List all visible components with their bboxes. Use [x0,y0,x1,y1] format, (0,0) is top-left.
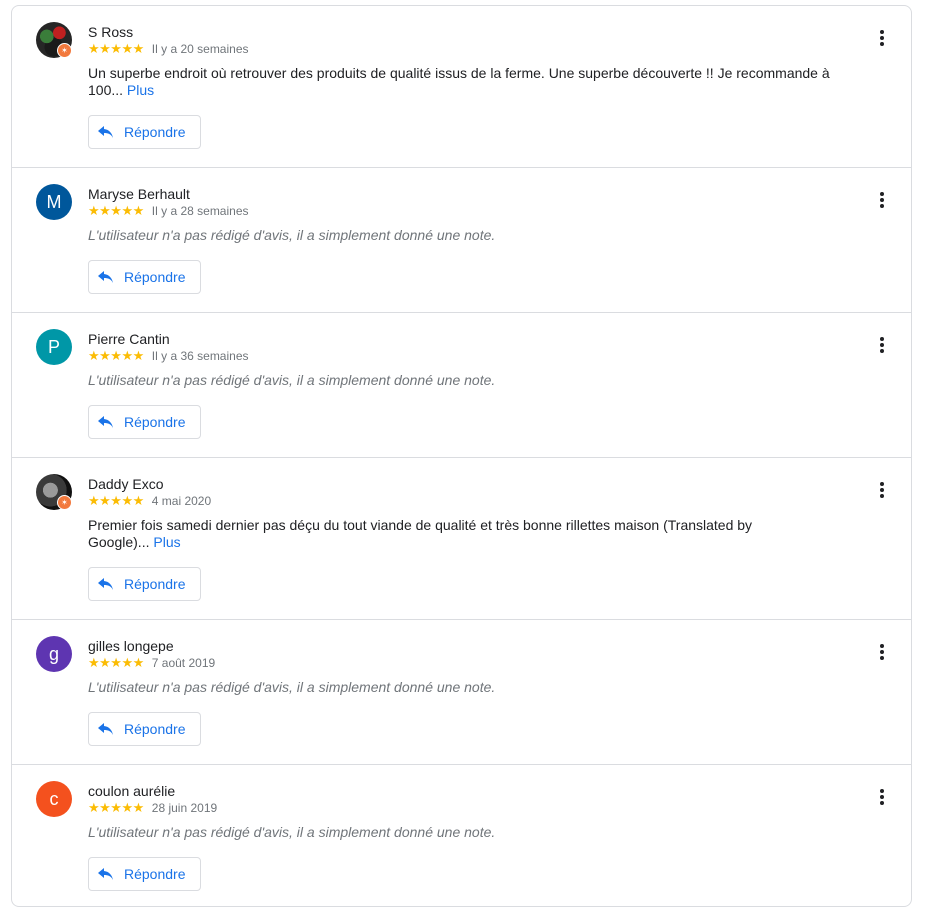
review-date: 7 août 2019 [151,656,216,670]
reply-button[interactable]: Répondre [88,115,201,149]
more-link[interactable]: Plus [153,534,180,550]
reply-label: Répondre [124,721,186,737]
review-body: Premier fois samedi dernier pas déçu du … [88,517,753,550]
more-link[interactable]: Plus [127,82,154,98]
review-body: Un superbe endroit où retrouver des prod… [88,65,830,98]
more-options-icon[interactable] [874,642,890,662]
reply-button[interactable]: Répondre [88,712,201,746]
review-meta: ★★★★★ Il y a 28 semaines [88,203,249,218]
more-options-icon[interactable] [874,28,890,48]
reply-label: Répondre [124,124,186,140]
reply-label: Répondre [124,414,186,430]
reviewer-name[interactable]: gilles longepe [88,638,174,654]
review-item: P Pierre Cantin ★★★★★ Il y a 36 semaines… [12,313,911,458]
local-guide-badge-icon: ✶ [57,43,72,58]
rating-only-note: L'utilisateur n'a pas rédigé d'avis, il … [88,679,496,695]
reviewer-name[interactable]: Daddy Exco [88,476,163,492]
star-rating-icon: ★★★★★ [88,41,144,56]
review-item: ✶ S Ross ★★★★★ Il y a 20 semaines Un sup… [12,6,911,168]
reviewer-name[interactable]: Maryse Berhault [88,186,190,202]
star-rating-icon: ★★★★★ [88,203,144,218]
review-meta: ★★★★★ 28 juin 2019 [88,800,218,815]
rating-only-note: L'utilisateur n'a pas rédigé d'avis, il … [88,227,496,243]
review-item: g gilles longepe ★★★★★ 7 août 2019 L'uti… [12,620,911,765]
review-meta: ★★★★★ 4 mai 2020 [88,493,212,508]
star-rating-icon: ★★★★★ [88,655,144,670]
more-options-icon[interactable] [874,787,890,807]
avatar[interactable]: g [36,636,72,672]
review-date: Il y a 20 semaines [151,42,249,56]
more-options-icon[interactable] [874,190,890,210]
reply-button[interactable]: Répondre [88,405,201,439]
rating-only-note: L'utilisateur n'a pas rédigé d'avis, il … [88,824,496,840]
more-options-icon[interactable] [874,480,890,500]
review-text: Un superbe endroit où retrouver des prod… [88,65,833,99]
reply-icon [98,126,113,138]
reply-icon [98,578,113,590]
star-rating-icon: ★★★★★ [88,800,144,815]
review-date: 28 juin 2019 [151,801,218,815]
reply-button[interactable]: Répondre [88,857,201,891]
reply-button[interactable]: Répondre [88,567,201,601]
reply-icon [98,868,113,880]
review-date: Il y a 28 semaines [151,204,249,218]
reply-icon [98,271,113,283]
review-meta: ★★★★★ Il y a 36 semaines [88,348,249,363]
reviewer-name[interactable]: Pierre Cantin [88,331,170,347]
reviewer-name[interactable]: S Ross [88,24,133,40]
review-date: Il y a 36 semaines [151,349,249,363]
more-options-icon[interactable] [874,335,890,355]
review-meta: ★★★★★ Il y a 20 semaines [88,41,249,56]
review-item: M Maryse Berhault ★★★★★ Il y a 28 semain… [12,168,911,313]
reply-icon [98,416,113,428]
review-meta: ★★★★★ 7 août 2019 [88,655,216,670]
star-rating-icon: ★★★★★ [88,493,144,508]
avatar[interactable]: P [36,329,72,365]
review-text: Premier fois samedi dernier pas déçu du … [88,517,768,551]
rating-only-note: L'utilisateur n'a pas rédigé d'avis, il … [88,372,496,388]
reviews-card: ✶ S Ross ★★★★★ Il y a 20 semaines Un sup… [11,5,912,907]
reviewer-name[interactable]: coulon aurélie [88,783,175,799]
avatar[interactable]: M [36,184,72,220]
reply-label: Répondre [124,269,186,285]
reply-button[interactable]: Répondre [88,260,201,294]
review-item: ✶ Daddy Exco ★★★★★ 4 mai 2020 Premier fo… [12,458,911,620]
review-item: c coulon aurélie ★★★★★ 28 juin 2019 L'ut… [12,765,911,905]
review-date: 4 mai 2020 [151,494,212,508]
reply-icon [98,723,113,735]
reply-label: Répondre [124,866,186,882]
reply-label: Répondre [124,576,186,592]
local-guide-badge-icon: ✶ [57,495,72,510]
avatar[interactable]: c [36,781,72,817]
star-rating-icon: ★★★★★ [88,348,144,363]
